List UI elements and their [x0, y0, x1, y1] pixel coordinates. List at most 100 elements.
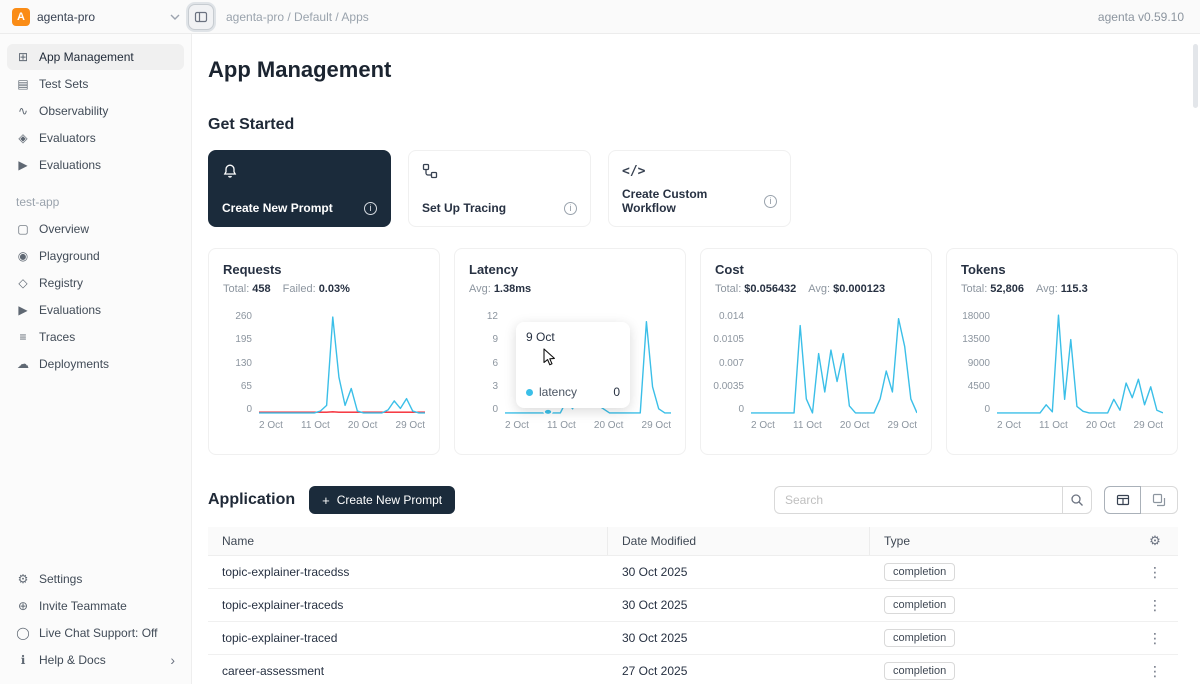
deployments-icon: ☁ [16, 357, 30, 371]
sidebar-item-label: Observability [39, 104, 108, 118]
get-started-heading: Get Started [208, 116, 1178, 134]
sidebar-item-overview[interactable]: ▢ Overview [7, 216, 184, 242]
evaluators-icon: ◈ [16, 131, 30, 145]
column-name[interactable]: Name [208, 527, 608, 555]
sidebar-item-label: Settings [39, 572, 82, 586]
y-axis-tick: 260 [235, 311, 252, 322]
x-axis-tick: 11 Oct [1039, 420, 1068, 431]
column-date-modified[interactable]: Date Modified [608, 527, 870, 555]
date-modified: 30 Oct 2025 [608, 565, 870, 579]
sidebar-toggle-button[interactable] [188, 4, 214, 30]
row-actions-button[interactable]: ⋮ [1132, 663, 1178, 680]
stat-meta-row: Avg:1.38ms [469, 283, 671, 295]
breadcrumb[interactable]: agenta-pro / Default / Apps [226, 10, 369, 24]
y-axis: 129630 [469, 311, 505, 415]
chart-wrap: 260195130650 2 Oct11 Oct20 Oct29 Oct [223, 311, 425, 431]
y-axis-tick: 0 [984, 404, 990, 415]
set-up-tracing-card[interactable]: Set Up Tracing i [408, 150, 591, 227]
stat-title: Cost [715, 262, 917, 277]
sidebar-item-evaluators[interactable]: ◈ Evaluators [7, 125, 184, 151]
y-axis-tick: 13500 [962, 334, 990, 345]
stat-title: Latency [469, 262, 671, 277]
chevron-right-icon: › [170, 653, 175, 667]
type-badge: completion [884, 662, 955, 680]
y-axis-tick: 0 [246, 404, 252, 415]
help-docs-icon: ℹ [16, 653, 30, 667]
sidebar-item-test-sets[interactable]: ▤ Test Sets [7, 71, 184, 97]
application-header: Application + Create New Prompt [208, 486, 1178, 514]
sidebar-item-settings[interactable]: ⚙ Settings [7, 566, 184, 592]
y-axis-tick: 65 [241, 381, 252, 392]
table-row[interactable]: topic-explainer-traceds 30 Oct 2025 comp… [208, 589, 1178, 622]
tooltip-series-name: latency [539, 385, 577, 399]
sidebar-item-live-chat-support[interactable]: ◯ Live Chat Support: Off [7, 620, 184, 646]
observability-icon: ∿ [16, 104, 30, 118]
sidebar-item-deployments[interactable]: ☁ Deployments [7, 351, 184, 377]
column-type[interactable]: Type [870, 527, 1132, 555]
info-icon[interactable]: i [364, 202, 377, 215]
sidebar-item-label: Invite Teammate [39, 599, 127, 613]
row-actions-button[interactable]: ⋮ [1132, 564, 1178, 581]
tracing-icon [422, 162, 577, 180]
x-axis: 2 Oct11 Oct20 Oct29 Oct [259, 420, 425, 431]
app-name: topic-explainer-tracedss [208, 565, 608, 579]
y-axis-tick: 12 [487, 311, 498, 322]
search-icon [1070, 493, 1084, 507]
sidebar-item-invite-teammate[interactable]: ⊕ Invite Teammate [7, 593, 184, 619]
table-settings-gear-icon[interactable]: ⚙ [1132, 527, 1178, 555]
sidebar-item-registry[interactable]: ◇ Registry [7, 270, 184, 296]
table-row[interactable]: career-assessment 27 Oct 2025 completion… [208, 655, 1178, 684]
app-management-icon: ⊞ [16, 50, 30, 64]
row-actions-button[interactable]: ⋮ [1132, 597, 1178, 614]
sidebar-item-label: Evaluations [39, 158, 101, 172]
card-label: Create Custom Workflow [622, 187, 764, 215]
y-axis: 260195130650 [223, 311, 259, 415]
search-group [774, 486, 1092, 514]
app-name: topic-explainer-traced [208, 631, 608, 645]
y-axis: 1800013500900045000 [961, 311, 997, 415]
search-button[interactable] [1062, 486, 1092, 514]
create-new-prompt-card[interactable]: Create New Prompt i [208, 150, 391, 227]
type-badge: completion [884, 563, 955, 581]
table-view-button[interactable] [1104, 486, 1141, 514]
sidebar-item-playground[interactable]: ◉ Playground [7, 243, 184, 269]
sidebar-main-nav: ⊞ App Management ▤ Test Sets ∿ Observabi… [7, 44, 184, 179]
app-name: career-assessment [208, 664, 608, 678]
info-icon[interactable]: i [764, 195, 777, 208]
sidebar-item-evaluations[interactable]: ▶ Evaluations [7, 152, 184, 178]
create-custom-workflow-card[interactable]: </> Create Custom Workflow i [608, 150, 791, 227]
create-new-prompt-button[interactable]: + Create New Prompt [309, 486, 455, 514]
y-axis-tick: 195 [235, 334, 252, 345]
main-content: App Management Get Started Create New Pr… [192, 34, 1200, 684]
sidebar-item-label: Help & Docs [39, 653, 106, 667]
sidebar-item-help-docs[interactable]: ℹ Help & Docs › [7, 647, 184, 673]
sidebar-item-observability[interactable]: ∿ Observability [7, 98, 184, 124]
sidebar-item-traces[interactable]: ≡ Traces [7, 324, 184, 350]
card-view-button[interactable] [1141, 486, 1178, 514]
table-row[interactable]: topic-explainer-traced 30 Oct 2025 compl… [208, 622, 1178, 655]
sidebar-item-app-management[interactable]: ⊞ App Management [7, 44, 184, 70]
y-axis: 0.0140.01050.0070.00350 [715, 311, 751, 415]
workspace-switcher[interactable]: A agenta-pro [12, 8, 180, 26]
stat-meta: Avg:1.38ms [469, 283, 531, 295]
sidebar-project-label: test-app [16, 195, 175, 209]
scrollbar-thumb[interactable] [1193, 44, 1198, 108]
search-input[interactable] [774, 486, 1062, 514]
y-axis-tick: 0.007 [719, 358, 744, 369]
live-chat-support-icon: ◯ [16, 626, 30, 640]
sidebar-item-label: Traces [39, 330, 75, 344]
stat-meta: Avg:$0.000123 [808, 283, 885, 295]
evaluations-icon: ▶ [16, 158, 30, 172]
sidebar-item-project-evaluations[interactable]: ▶ Evaluations [7, 297, 184, 323]
info-icon[interactable]: i [564, 202, 577, 215]
y-axis-tick: 6 [492, 358, 498, 369]
view-toggle [1104, 486, 1178, 514]
x-axis-tick: 20 Oct [840, 420, 869, 431]
settings-icon: ⚙ [16, 572, 30, 586]
table-row[interactable]: topic-explainer-tracedss 30 Oct 2025 com… [208, 556, 1178, 589]
row-actions-button[interactable]: ⋮ [1132, 630, 1178, 647]
series-requests [259, 317, 425, 413]
x-axis-tick: 2 Oct [751, 420, 775, 431]
create-button-label: Create New Prompt [337, 493, 442, 507]
chevron-down-icon [170, 14, 180, 20]
